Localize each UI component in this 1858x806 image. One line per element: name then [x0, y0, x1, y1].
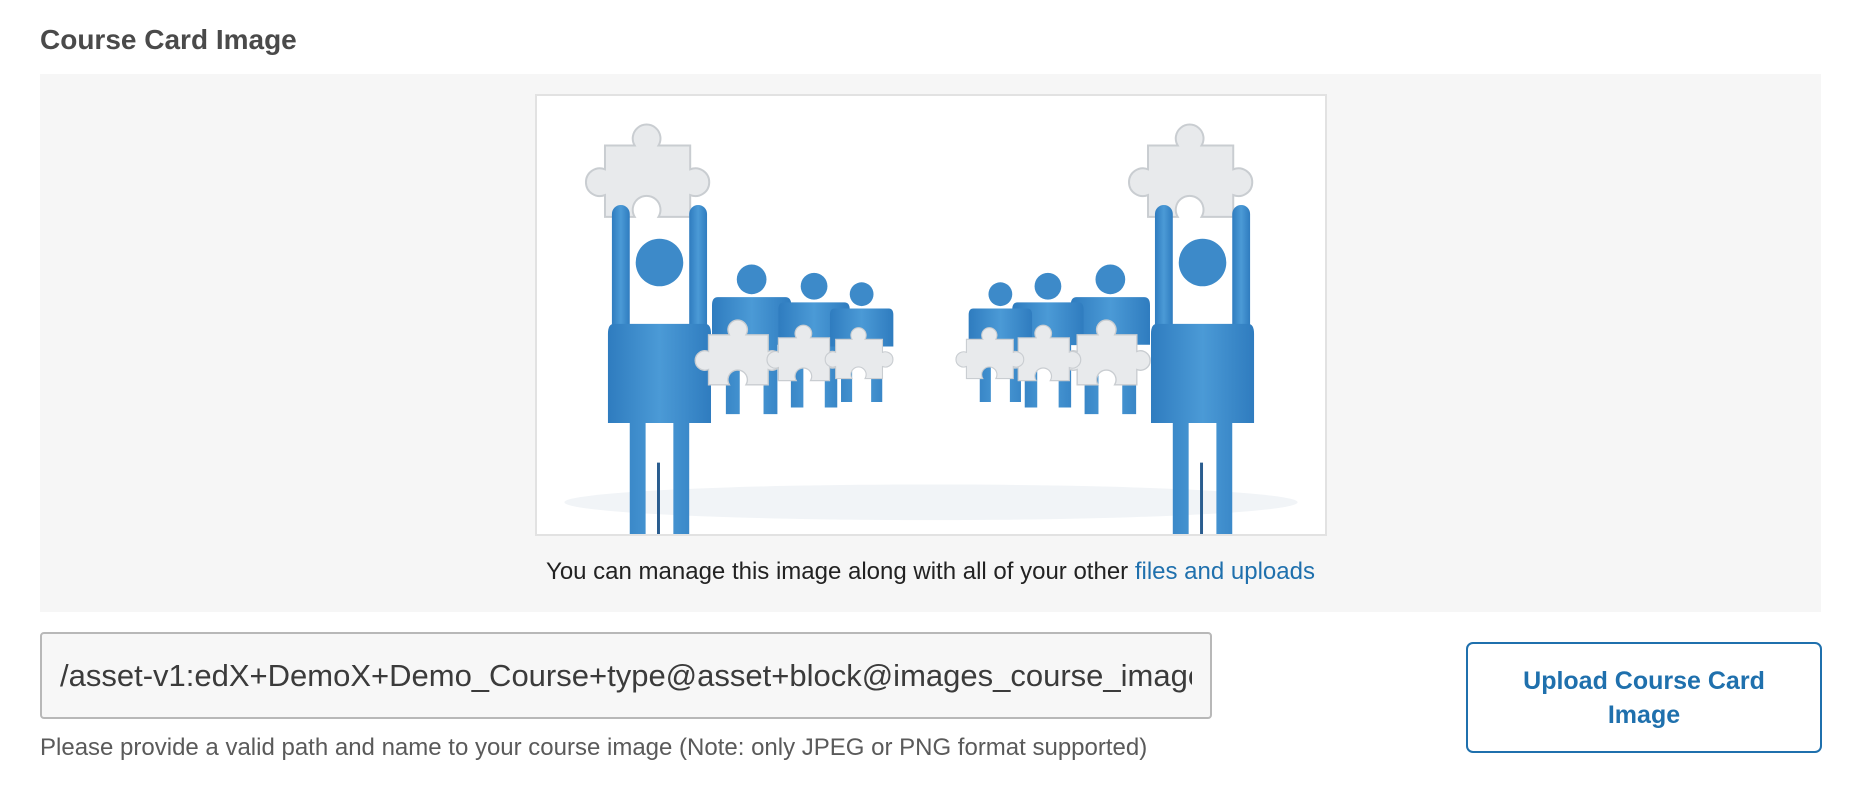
- course-card-image: [535, 94, 1327, 536]
- teamwork-puzzle-illustration: [538, 96, 1324, 534]
- image-path-helper-text: Please provide a valid path and name to …: [40, 734, 1148, 761]
- files-and-uploads-link[interactable]: files and uploads: [1135, 558, 1315, 585]
- caption-text: You can manage this image along with all…: [546, 558, 1129, 585]
- course-image-path-input[interactable]: [40, 632, 1212, 719]
- image-caption: You can manage this image along with all…: [40, 558, 1821, 586]
- image-preview-panel: You can manage this image along with all…: [40, 74, 1821, 612]
- upload-course-card-image-button[interactable]: Upload Course Card Image: [1466, 642, 1822, 753]
- section-title: Course Card Image: [40, 24, 297, 55]
